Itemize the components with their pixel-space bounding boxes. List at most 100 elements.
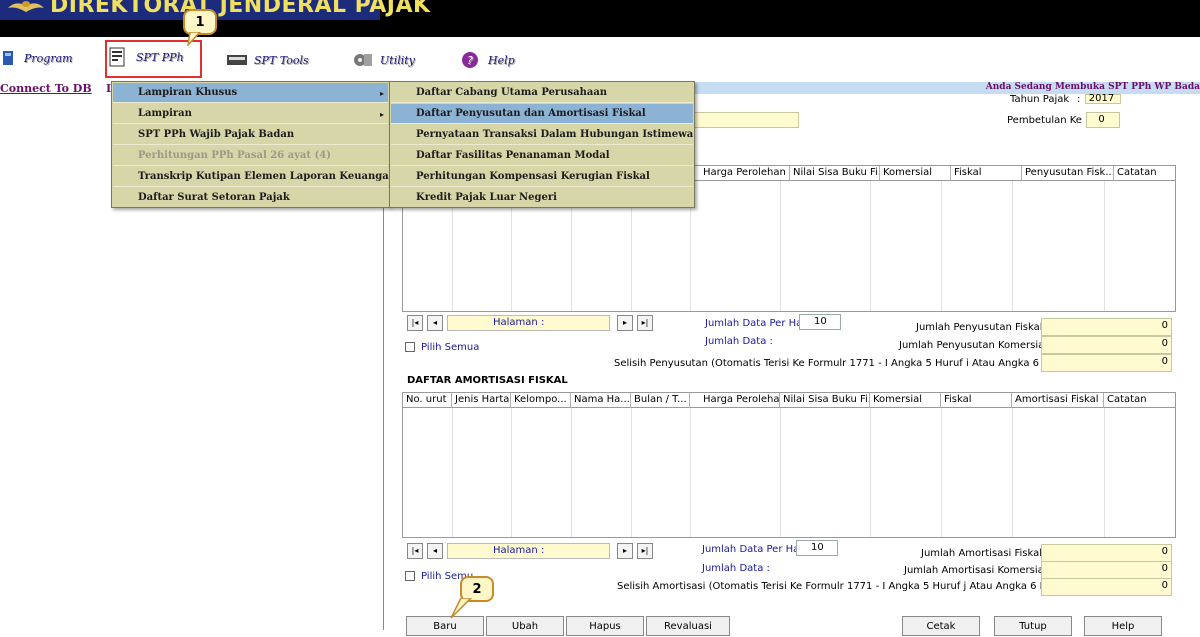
last-page-button[interactable]: ▸| <box>637 543 653 559</box>
svg-text:?: ? <box>467 54 473 67</box>
npwp-field[interactable] <box>694 112 799 128</box>
submenu-arrow-icon: ▸ <box>379 88 384 98</box>
grid-header-cell[interactable]: Jenis Harta <box>452 393 511 408</box>
callout-2-tail <box>450 598 473 619</box>
menu-lampiran-khusus-label: Lampiran Khusus <box>138 87 238 98</box>
utility-icon <box>354 54 372 66</box>
submenu-kredit-pajak-ln[interactable]: Kredit Pajak Luar Negeri <box>391 188 693 208</box>
prev-page-button[interactable]: ◂ <box>427 315 443 331</box>
first-page-button[interactable]: |◂ <box>407 543 423 559</box>
menu-program[interactable]: Program <box>2 45 73 71</box>
grid-header-cell[interactable]: Amortisasi Fiskal ... <box>1012 393 1104 408</box>
grid-header-cell[interactable]: Komersial <box>870 393 941 408</box>
jumlah-amortisasi-komersial-label: Jumlah Amortisasi Komersial <box>904 565 1047 576</box>
grid-header-cell[interactable]: Fiskal <box>941 393 1012 408</box>
grid-header-cell[interactable]: Nilai Sisa Buku Fi... <box>790 166 880 181</box>
tutup-button[interactable]: Tutup <box>994 616 1072 636</box>
selisih-amortisasi-label: Selisih Amortisasi (Otomatis Terisi Ke F… <box>617 581 1081 592</box>
jumlah-penyusutan-fiskal-value: 0 <box>1041 318 1172 336</box>
first-page-button[interactable]: |◂ <box>407 315 423 331</box>
connect-to-db-link[interactable]: Connect To DB <box>0 82 92 95</box>
tahun-pajak-label: Tahun Pajak <box>1010 94 1070 105</box>
pembetulan-label: Pembetulan Ke : <box>1007 115 1089 126</box>
grid-header-cell[interactable]: Penyusutan Fisk... <box>1022 166 1114 181</box>
app-title: DIREKTORAT JENDERAL PAJAK <box>50 0 431 18</box>
selisih-penyusutan-value: 0 <box>1041 354 1172 372</box>
grid-header-cell[interactable]: Harga Perolehan <box>700 166 790 181</box>
jumlah-data-label: Jumlah Data : <box>702 563 770 574</box>
menu-daftar-surat-setoran[interactable]: Daftar Surat Setoran Pajak <box>113 188 388 208</box>
pilih-semua-checkbox[interactable] <box>405 571 415 581</box>
menu-transkrip-kutipan[interactable]: Transkrip Kutipan Elemen Laporan Keuanga… <box>113 167 396 187</box>
amortisasi-grid-header: No. urut Jenis Harta Kelompo... Nama Ha.… <box>403 393 1175 408</box>
garuda-logo-icon <box>8 1 44 12</box>
submenu-pernyataan-transaksi[interactable]: Pernyataan Transaksi Dalam Hubungan Isti… <box>391 125 693 145</box>
jumlah-penyusutan-fiskal-label: Jumlah Penyusutan Fiskal <box>916 322 1043 333</box>
jumlah-data-label: Jumlah Data : <box>705 336 773 347</box>
revaluasi-button[interactable]: Revaluasi <box>646 616 730 636</box>
ubah-button[interactable]: Ubah <box>486 616 564 636</box>
grid-header-cell[interactable]: Bulan / T... <box>631 393 690 408</box>
spt-tools-icon <box>227 55 247 65</box>
status-message: Anda Sedang Membuka SPT PPh WP Bada <box>985 82 1200 92</box>
menu-spt-tools[interactable]: SPT Tools <box>226 47 309 73</box>
jumlah-data-per-hal-input[interactable]: 10 <box>796 540 838 556</box>
tahun-pajak-colon: : <box>1077 94 1081 105</box>
amortisasi-section-title: DAFTAR AMORTISASI FISKAL <box>407 375 568 386</box>
halaman-field[interactable]: Halaman : <box>447 543 610 559</box>
menu-lampiran[interactable]: Lampiran ▸ <box>113 104 388 124</box>
menu-lampiran-khusus[interactable]: Lampiran Khusus ▸ <box>113 83 388 103</box>
hapus-button[interactable]: Hapus <box>566 616 644 636</box>
program-icon <box>3 51 13 65</box>
spt-pph-dropdown-menu: Lampiran Khusus ▸ Lampiran ▸ SPT PPh Waj… <box>111 81 396 208</box>
jumlah-data-per-hal-label: Jumlah Data Per Hal : <box>702 544 809 555</box>
menu-spt-tools-label: SPT Tools <box>254 53 309 67</box>
prev-page-button[interactable]: ◂ <box>427 543 443 559</box>
next-page-button[interactable]: ▸ <box>617 543 633 559</box>
grid-header-cell[interactable]: Catatan <box>1114 166 1177 181</box>
tahun-pajak-value[interactable]: 2017 <box>1085 94 1121 104</box>
amortisasi-grid[interactable]: No. urut Jenis Harta Kelompo... Nama Ha.… <box>402 392 1176 538</box>
menu-help-label: Help <box>488 53 515 67</box>
grid-header-cell[interactable]: Nama Ha... <box>571 393 631 408</box>
lampiran-khusus-submenu: Daftar Cabang Utama Perusahaan Daftar Pe… <box>389 81 695 208</box>
jumlah-penyusutan-komersial-label: Jumlah Penyusutan Komersial <box>899 340 1048 351</box>
submenu-daftar-cabang[interactable]: Daftar Cabang Utama Perusahaan <box>391 83 693 103</box>
submenu-kompensasi-kerugian[interactable]: Perhitungan Kompensasi Kerugian Fiskal <box>391 167 693 187</box>
grid-header-cell[interactable]: Fiskal <box>951 166 1022 181</box>
grid-header-cell[interactable]: Komersial <box>880 166 951 181</box>
help-icon: ? <box>462 52 478 68</box>
pilih-semua-checkbox[interactable] <box>405 342 415 352</box>
app-header: DIREKTORAT JENDERAL PAJAK <box>0 0 1200 37</box>
selisih-amortisasi-value: 0 <box>1041 578 1172 596</box>
menu-utility[interactable]: Utility <box>352 47 415 73</box>
pilih-semua-label: Pilih Semua <box>421 342 480 353</box>
halaman-field[interactable]: Halaman : <box>447 315 610 331</box>
last-page-button[interactable]: ▸| <box>637 315 653 331</box>
menu-lampiran-label: Lampiran <box>138 108 192 119</box>
pembetulan-value[interactable]: 0 <box>1086 112 1120 128</box>
grid-header-cell[interactable]: Kelompo... <box>511 393 571 408</box>
grid-header-cell[interactable]: Nilai Sisa Buku Fi... <box>780 393 870 408</box>
callout-1-tail <box>187 32 202 46</box>
jumlah-amortisasi-fiskal-value: 0 <box>1041 544 1172 562</box>
next-page-button[interactable]: ▸ <box>617 315 633 331</box>
jumlah-amortisasi-komersial-value: 0 <box>1041 561 1172 579</box>
menu-utility-label: Utility <box>380 53 415 67</box>
grid-header-cell[interactable]: No. urut <box>403 393 452 408</box>
menu-spt-wajib-pajak-badan[interactable]: SPT PPh Wajib Pajak Badan <box>113 125 388 145</box>
jumlah-data-per-hal-input[interactable]: 10 <box>799 314 841 330</box>
selisih-penyusutan-label: Selisih Penyusutan (Otomatis Terisi Ke F… <box>614 358 1084 369</box>
menu-program-label: Program <box>24 51 73 65</box>
jumlah-amortisasi-fiskal-label: Jumlah Amortisasi Fiskal <box>921 548 1043 559</box>
submenu-fasilitas-penanaman[interactable]: Daftar Fasilitas Penanaman Modal <box>391 146 693 166</box>
submenu-arrow-icon: ▸ <box>379 109 384 119</box>
menu-pph-pasal-26: Perhitungan PPh Pasal 26 ayat (4) <box>113 146 388 166</box>
grid-header-cell[interactable]: Catatan <box>1104 393 1177 408</box>
menu-help[interactable]: ? Help <box>460 47 515 73</box>
help-button[interactable]: Help <box>1084 616 1162 636</box>
submenu-daftar-penyusutan[interactable]: Daftar Penyusutan dan Amortisasi Fiskal <box>391 104 693 124</box>
cetak-button[interactable]: Cetak <box>902 616 980 636</box>
jumlah-penyusutan-komersial-value: 0 <box>1041 336 1172 354</box>
grid-header-cell[interactable]: Harga Perolehan <box>690 393 780 408</box>
